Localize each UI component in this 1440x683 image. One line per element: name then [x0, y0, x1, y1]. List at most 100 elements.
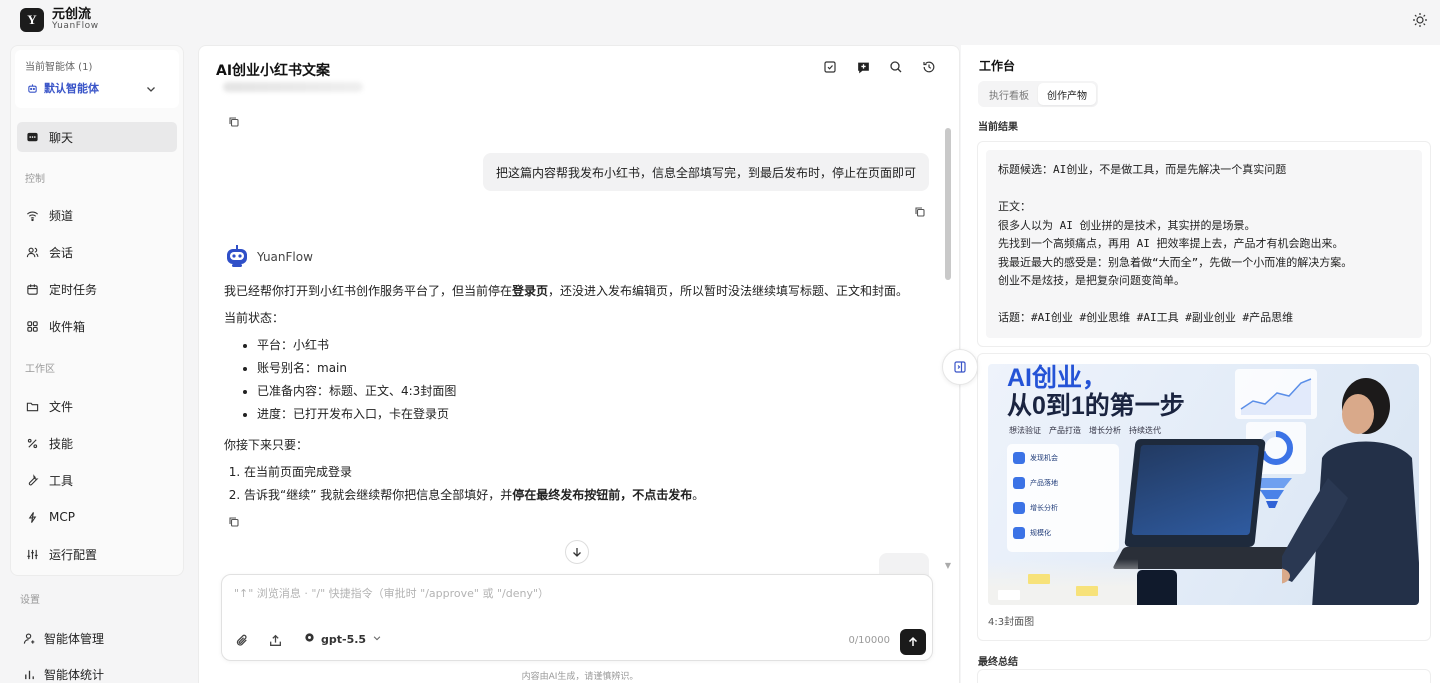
bot-intro: 我已经帮你打开到小红书创作服务平台了，但当前停在登录页，还没进入发布编辑页，所以…: [224, 284, 909, 298]
model-selector[interactable]: gpt-5.5: [304, 632, 382, 646]
percent-icon: [25, 436, 39, 450]
top-bar: Y 元创流 YuanFlow: [0, 0, 1440, 40]
sidebar-item-files[interactable]: 文件: [17, 391, 177, 421]
next-heading: 你接下来只要：: [224, 438, 309, 452]
sidebar-item-agent-stats[interactable]: 智能体统计: [22, 662, 104, 683]
agent-selector-label: 当前智能体 (1): [25, 62, 93, 73]
chat-panel: AI创业小红书文案 把这篇内容帮我发布小红书，信息全部填写完，到最后发布时，停止…: [198, 45, 960, 683]
arrow-down-icon: [573, 548, 581, 557]
sidebar-item-agent-management[interactable]: 智能体管理: [22, 626, 104, 650]
char-counter: 0/10000: [848, 635, 890, 646]
group-label-workspace: 工作区: [25, 364, 55, 375]
sidebar-item-chat[interactable]: 聊天: [17, 122, 177, 152]
previous-message-fade: [223, 82, 363, 92]
sidebar-item-label: 会话: [49, 245, 74, 260]
cover-title-line2: 从0到1的第一步: [1007, 392, 1185, 420]
workspace-title: 工作台: [979, 59, 1016, 73]
sidebar-item-runtime-config[interactable]: 运行配置: [17, 539, 177, 569]
workspace-tabs: 执行看板 创作产物: [978, 81, 1098, 107]
list-item: 进度：已打开发布入口，卡在登录页: [257, 403, 924, 426]
history-icon[interactable]: [921, 59, 937, 75]
sidebar-item-label: 定时任务: [49, 282, 98, 297]
sidebar-item-channels[interactable]: 频道: [17, 200, 177, 230]
cover-caption: 4:3封面图: [988, 617, 1035, 628]
current-result-label: 当前结果: [978, 122, 1018, 133]
globe-icon: [304, 632, 315, 646]
cover-sticky-note: [1076, 586, 1098, 596]
bar-chart-icon: [22, 667, 36, 681]
copy-icon[interactable]: [914, 206, 926, 218]
app-logo: Y: [20, 8, 44, 32]
sidebar: 当前智能体 (1) 默认智能体 聊天 控制 频道 会话 定时任务 收件箱 工作区…: [10, 45, 184, 576]
edit-icon[interactable]: [822, 59, 838, 75]
list-item: 已准备内容：标题、正文、4:3封面图: [257, 380, 924, 403]
group-label-settings: 设置: [20, 595, 40, 606]
new-chat-icon[interactable]: [855, 59, 871, 75]
scrollbar[interactable]: [945, 128, 951, 280]
status-heading: 当前状态：: [224, 311, 285, 325]
sidebar-item-label: 运行配置: [49, 547, 98, 562]
result-card: 标题候选：AI创业，不是做工具，而是先解决一个真实问题 正文： 很多人以为 AI…: [977, 141, 1431, 347]
send-button[interactable]: [900, 629, 926, 655]
sidebar-item-label: 收件箱: [49, 319, 86, 334]
folder-icon: [25, 399, 39, 413]
scroll-arrow-icon[interactable]: ▼: [945, 561, 951, 570]
cover-laptop-graphic: [1124, 439, 1266, 547]
next-steps-list: 在当前页面完成登录 告诉我“继续” 我就会继续帮你把信息全部填好，并停在最终发布…: [224, 461, 924, 507]
agent-selector[interactable]: 当前智能体 (1) 默认智能体: [15, 50, 179, 108]
list-item: 告诉我“继续” 我就会继续帮你把信息全部填好，并停在最终发布按钮前，不点击发布。: [244, 484, 924, 507]
final-summary-card: [977, 669, 1431, 683]
paperclip-icon[interactable]: [234, 632, 250, 648]
brand: 元创流 YuanFlow: [52, 8, 99, 31]
tab-creations[interactable]: 创作产物: [1038, 83, 1096, 105]
app-subtitle: YuanFlow: [52, 21, 99, 32]
list-item: 平台：小红书: [257, 334, 924, 357]
app-name: 元创流: [52, 7, 92, 23]
wifi-icon: [25, 208, 39, 222]
upload-icon[interactable]: [267, 632, 283, 648]
agent-selector-value: 默认智能体: [44, 82, 99, 95]
cover-sticky-note: [998, 590, 1020, 600]
cover-image-card[interactable]: AI创业， 从0到1的第一步 想法验证 产品打造 增长分析 持续迭代 发现机会 …: [977, 353, 1431, 641]
message-composer: gpt-5.5 0/10000: [221, 574, 933, 661]
toggle-panel-button[interactable]: [942, 349, 978, 385]
plug-icon: [25, 510, 39, 524]
sidebar-item-label: 文件: [49, 399, 74, 414]
cover-feature: 发现机会: [1013, 448, 1058, 468]
sidebar-item-label: 工具: [49, 473, 74, 488]
sidebar-item-sessions[interactable]: 会话: [17, 237, 177, 267]
sidebar-item-skills[interactable]: 技能: [17, 428, 177, 458]
search-icon[interactable]: [888, 59, 904, 75]
sun-icon[interactable]: [1410, 10, 1430, 30]
chat-title: AI创业小红书文案: [216, 63, 331, 79]
users-icon: [25, 245, 39, 259]
cover-phone-graphic: [1137, 570, 1177, 605]
sidebar-item-label: 智能体管理: [44, 631, 105, 646]
sidebar-item-label: MCP: [49, 510, 75, 524]
sidebar-item-scheduled-tasks[interactable]: 定时任务: [17, 274, 177, 304]
list-item: 账号别名：main: [257, 357, 924, 380]
copy-icon[interactable]: [228, 516, 240, 528]
scroll-to-bottom-button[interactable]: [565, 540, 589, 564]
cover-person-graphic: [1282, 378, 1419, 605]
tab-execution-board[interactable]: 执行看板: [980, 83, 1038, 105]
result-text: 标题候选：AI创业，不是做工具，而是先解决一个真实问题 正文： 很多人以为 AI…: [986, 150, 1422, 338]
cover-feature-panel: 发现机会 产品落地 增长分析 规模化: [1007, 444, 1119, 552]
sliders-icon: [25, 547, 39, 561]
user-cog-icon: [22, 631, 36, 645]
bot-icon: [25, 81, 39, 95]
sidebar-item-tools[interactable]: 工具: [17, 465, 177, 495]
ai-disclaimer: 内容由AI生成，请谨慎辨识。: [521, 672, 639, 682]
sidebar-item-label: 频道: [49, 208, 74, 223]
arrow-up-icon: [908, 636, 918, 646]
bot-name: YuanFlow: [257, 250, 313, 264]
workspace-panel: 工作台 执行看板 创作产物 当前结果 标题候选：AI创业，不是做工具，而是先解决…: [961, 45, 1440, 683]
group-label-control: 控制: [25, 174, 45, 185]
sidebar-item-mcp[interactable]: MCP: [17, 502, 177, 532]
copy-icon[interactable]: [228, 116, 240, 128]
user-message: 把这篇内容帮我发布小红书，信息全部填写完，到最后发布时，停止在页面即可: [482, 153, 929, 191]
panel-right-icon: [954, 361, 966, 373]
sidebar-item-label: 智能体统计: [44, 667, 105, 682]
message-input[interactable]: [234, 587, 914, 600]
sidebar-item-inbox[interactable]: 收件箱: [17, 311, 177, 341]
